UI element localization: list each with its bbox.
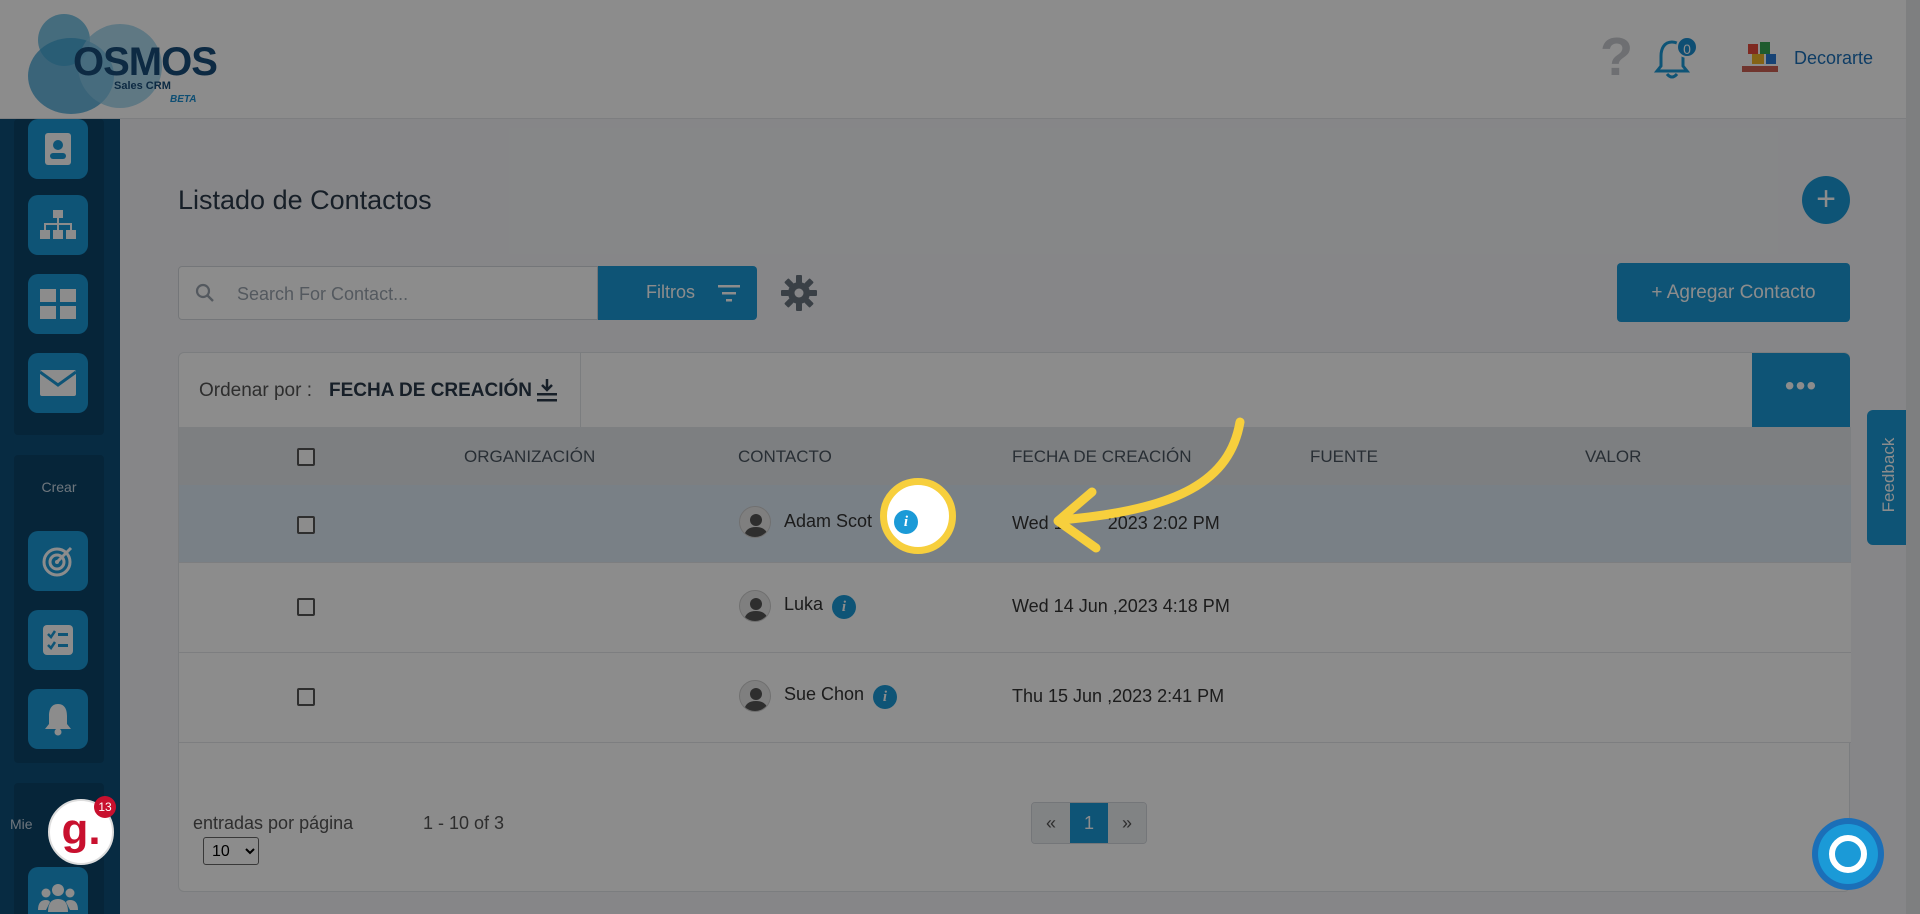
notification-count-badge: 0 bbox=[1676, 36, 1698, 58]
gear-icon[interactable] bbox=[780, 274, 818, 312]
row-checkbox[interactable] bbox=[297, 598, 315, 616]
entries-per-page-label: entradas por página bbox=[193, 813, 354, 833]
add-circle-button[interactable]: + bbox=[1802, 176, 1850, 224]
avatar bbox=[739, 506, 771, 538]
pagination-prev-button[interactable]: « bbox=[1032, 803, 1070, 843]
column-header-fuente[interactable]: FUENTE bbox=[1310, 447, 1378, 467]
contact-info-icon[interactable]: i bbox=[894, 510, 918, 534]
contact-name[interactable]: Luka bbox=[784, 594, 823, 615]
page-scrollbar[interactable] bbox=[1906, 0, 1920, 914]
grammarly-badge: 13 bbox=[94, 796, 116, 818]
search-input[interactable] bbox=[237, 277, 577, 311]
creation-date: Wed 14 Jun ,2023 4:18 PM bbox=[1012, 596, 1230, 616]
target-icon bbox=[42, 546, 73, 577]
filter-lines-icon bbox=[718, 285, 740, 302]
sidebar-dashboard-button[interactable] bbox=[28, 274, 88, 334]
sidebar-organizations-button[interactable] bbox=[28, 195, 88, 255]
contact-name[interactable]: Sue Chon bbox=[784, 684, 864, 705]
top-header: OSMOS Sales CRM BETA ? 0 Decorarte bbox=[0, 0, 1920, 119]
table-row[interactable]: Adam Scot Wed 1 2023 2:02 PM bbox=[179, 485, 1851, 563]
company-logo-icon bbox=[1742, 42, 1778, 72]
table-header: ORGANIZACIÓN CONTACTO FECHA DE CREACIÓN … bbox=[179, 427, 1851, 485]
annotation-arrow-icon bbox=[1053, 417, 1245, 553]
contacts-card: Ordenar por : FECHA DE CREACIÓN ••• ORGA… bbox=[178, 352, 1851, 892]
table-row[interactable]: Sue Chon i Thu 15 Jun ,2023 2:41 PM bbox=[179, 653, 1851, 743]
sort-label: Ordenar por : bbox=[199, 380, 312, 401]
column-header-contacto[interactable]: CONTACTO bbox=[738, 447, 832, 467]
pagination: « 1 » bbox=[1031, 802, 1147, 844]
sidebar-tasks-button[interactable] bbox=[28, 610, 88, 670]
logo-beta: BETA bbox=[170, 94, 197, 105]
select-all-checkbox[interactable] bbox=[297, 448, 315, 466]
feedback-tab[interactable]: Feedback bbox=[1867, 410, 1909, 545]
feedback-label: Feedback bbox=[1879, 437, 1898, 513]
page-title: Listado de Contactos bbox=[178, 185, 432, 215]
column-header-valor[interactable]: VALOR bbox=[1585, 447, 1641, 467]
search-icon bbox=[195, 283, 214, 302]
contact-info-icon[interactable]: i bbox=[832, 595, 856, 619]
more-options-button[interactable]: ••• bbox=[1752, 353, 1850, 427]
sidebar: Crear Mie bbox=[0, 119, 120, 914]
sort-bar[interactable]: Ordenar por : FECHA DE CREACIÓN bbox=[179, 353, 581, 427]
search-container bbox=[178, 266, 598, 320]
sidebar-create-label: Crear bbox=[41, 479, 77, 495]
avatar bbox=[739, 680, 771, 712]
sidebar-users-button[interactable] bbox=[28, 867, 88, 914]
row-checkbox[interactable] bbox=[297, 688, 315, 706]
checklist-icon bbox=[43, 625, 73, 655]
chat-widget-button[interactable] bbox=[1812, 818, 1884, 890]
filters-button[interactable]: Filtros bbox=[598, 266, 757, 320]
filters-label: Filtros bbox=[646, 282, 695, 302]
contact-card-icon bbox=[45, 133, 71, 165]
mail-icon bbox=[40, 370, 76, 396]
sidebar-members-label: Mie bbox=[10, 816, 33, 832]
sidebar-deals-button[interactable] bbox=[28, 531, 88, 591]
sidebar-mail-button[interactable] bbox=[28, 353, 88, 413]
logo-text: OSMOS bbox=[73, 40, 218, 84]
sidebar-contacts-button[interactable] bbox=[28, 119, 88, 179]
company-name-link[interactable]: Decorarte bbox=[1794, 48, 1873, 69]
sort-order-icon[interactable] bbox=[535, 377, 559, 403]
add-contact-button[interactable]: + Agregar Contacto bbox=[1617, 263, 1850, 322]
highlight-ring bbox=[880, 478, 956, 554]
sort-value: FECHA DE CREACIÓN bbox=[329, 380, 533, 401]
pagination-range: 1 - 10 of 3 bbox=[423, 813, 505, 833]
bell-icon bbox=[45, 704, 71, 736]
chat-logo-icon bbox=[1818, 824, 1878, 884]
question-icon[interactable]: ? bbox=[1600, 30, 1633, 84]
column-header-organizacion[interactable]: ORGANIZACIÓN bbox=[464, 447, 595, 467]
pagination-page-1[interactable]: 1 bbox=[1070, 803, 1108, 843]
table-row[interactable]: Luka i Wed 14 Jun ,2023 4:18 PM bbox=[179, 563, 1851, 653]
pagination-next-button[interactable]: » bbox=[1108, 803, 1146, 843]
contact-name[interactable]: Adam Scot bbox=[784, 511, 872, 532]
row-checkbox[interactable] bbox=[297, 516, 315, 534]
org-chart-icon bbox=[40, 210, 76, 239]
users-icon bbox=[38, 884, 78, 912]
entries-per-page-select[interactable]: 10 bbox=[203, 837, 259, 865]
creation-date: Thu 15 Jun ,2023 2:41 PM bbox=[1012, 686, 1225, 706]
dashboard-icon bbox=[40, 289, 76, 319]
contact-info-icon[interactable]: i bbox=[873, 685, 897, 709]
osmos-logo[interactable]: OSMOS Sales CRM BETA bbox=[28, 10, 218, 114]
sidebar-reminders-button[interactable] bbox=[28, 689, 88, 749]
avatar bbox=[739, 590, 771, 622]
logo-subtitle: Sales CRM bbox=[114, 80, 171, 92]
